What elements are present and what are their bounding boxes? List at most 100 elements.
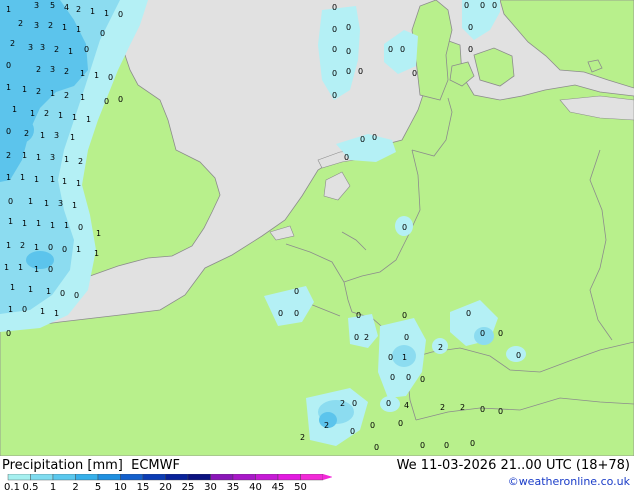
map-value: 2 xyxy=(64,91,69,100)
legend-label: 35 xyxy=(226,482,240,493)
map-value: 1 xyxy=(94,71,99,80)
map-value: 1 xyxy=(64,221,69,230)
map-value: 1 xyxy=(18,263,23,272)
map-value: 2 xyxy=(36,87,41,96)
legend-arrow xyxy=(323,474,332,480)
map-value: 0 xyxy=(332,3,337,12)
map-value: 0 xyxy=(6,127,11,136)
legend-label: 40 xyxy=(249,482,262,493)
credit-link[interactable]: ©weatheronline.co.uk xyxy=(508,475,630,488)
map-value: 2 xyxy=(76,5,81,14)
map-value: 1 xyxy=(76,245,81,254)
map-value: 1 xyxy=(4,263,9,272)
map-value: 1 xyxy=(22,85,27,94)
legend-label: 20 xyxy=(159,482,172,493)
map-value: 0 xyxy=(480,1,485,10)
map-value: 1 xyxy=(8,305,13,314)
map-value: 3 xyxy=(34,1,39,10)
map-value: 1 xyxy=(104,9,109,18)
map-value: 2 xyxy=(340,399,345,408)
map-value: 2 xyxy=(6,151,11,160)
map-value: 0 xyxy=(412,69,417,78)
legend-label: 10 xyxy=(114,482,127,493)
map-value: 0 xyxy=(346,47,351,56)
map-value: 1 xyxy=(72,201,77,210)
map-footer: Precipitation [mm] ECMWF We 11-03-2026 2… xyxy=(0,456,634,493)
map-value: 1 xyxy=(80,69,85,78)
map-value: 3 xyxy=(34,21,39,30)
map-value: 1 xyxy=(76,179,81,188)
map-value: 0 xyxy=(48,265,53,274)
map-value: 1 xyxy=(80,93,85,102)
map-value: 1 xyxy=(20,173,25,182)
map-value: 2 xyxy=(438,343,443,352)
map-value: 1 xyxy=(22,219,27,228)
legend-label: 2 xyxy=(72,482,79,493)
map-value: 1 xyxy=(54,309,59,318)
legend-scale: 0.1 0.5 1 2 5 10 15 20 25 30 35 40 45 50 xyxy=(2,474,332,493)
map-value: 0 xyxy=(74,291,79,300)
legend-swatch xyxy=(120,474,144,481)
map-value: 3 xyxy=(54,131,59,140)
map-value: 0 xyxy=(400,45,405,54)
map-value: 0 xyxy=(390,373,395,382)
map-title: Precipitation [mm] ECMWF xyxy=(2,458,180,473)
map-value: 0 xyxy=(62,245,67,254)
map-value: 1 xyxy=(62,23,67,32)
map-value: 1 xyxy=(50,89,55,98)
map-value: 0 xyxy=(48,243,53,252)
map-value: 0 xyxy=(344,153,349,162)
map-value: 1 xyxy=(72,113,77,122)
map-value: 1 xyxy=(6,5,11,14)
legend-swatch xyxy=(210,474,234,481)
map-value: 0 xyxy=(464,1,469,10)
map-value: 3 xyxy=(50,153,55,162)
map-value: 0 xyxy=(8,197,13,206)
map-value: 3 xyxy=(40,43,45,52)
map-value: 0 xyxy=(360,135,365,144)
map-value: 0 xyxy=(350,427,355,436)
precipitation-map: 1 3 5 4 2 1 1 0 2 3 2 1 1 0 2 3 3 2 1 0 … xyxy=(0,0,634,456)
legend-swatch xyxy=(300,474,324,481)
map-value: 2 xyxy=(64,67,69,76)
map-value: 1 xyxy=(40,131,45,140)
map-value: 1 xyxy=(6,83,11,92)
map-value: 0 xyxy=(100,29,105,38)
legend-swatch xyxy=(30,474,54,481)
map-value: 0 xyxy=(402,311,407,320)
map-value: 0 xyxy=(6,329,11,338)
map-value: 3 xyxy=(28,43,33,52)
map-value: 0 xyxy=(22,305,27,314)
map-value: 0 xyxy=(346,67,351,76)
map-value: 3 xyxy=(50,65,55,74)
map-title-text: Precipitation [mm] xyxy=(2,458,123,473)
map-value: 0 xyxy=(492,1,497,10)
map-value: 0 xyxy=(388,353,393,362)
map-value: 2 xyxy=(324,421,329,430)
legend-label: 30 xyxy=(204,482,217,493)
map-value: 2 xyxy=(24,129,29,138)
map-value: 0 xyxy=(468,45,473,54)
map-value: 1 xyxy=(46,287,51,296)
map-value: 1 xyxy=(36,219,41,228)
map-value: 0 xyxy=(354,333,359,342)
map-value: 0 xyxy=(498,407,503,416)
legend-swatch xyxy=(165,474,189,481)
map-value: 0 xyxy=(480,329,485,338)
map-value: 1 xyxy=(64,155,69,164)
map-value: 0 xyxy=(78,223,83,232)
map-value: 3 xyxy=(58,199,63,208)
map-value: 0 xyxy=(402,223,407,232)
map-value: 2 xyxy=(44,109,49,118)
map-value: 0 xyxy=(60,289,65,298)
map-value: 0 xyxy=(352,399,357,408)
map-value: 0 xyxy=(498,329,503,338)
valid-time: We 11-03-2026 21..00 UTC (18+78) xyxy=(396,458,630,473)
map-value: 0 xyxy=(388,45,393,54)
map-value: 0 xyxy=(404,333,409,342)
map-value: 0 xyxy=(406,373,411,382)
legend-label: 1 xyxy=(49,482,57,493)
legend-swatch xyxy=(255,474,279,481)
map-value: 0 xyxy=(332,45,337,54)
map-value: 0 xyxy=(398,419,403,428)
